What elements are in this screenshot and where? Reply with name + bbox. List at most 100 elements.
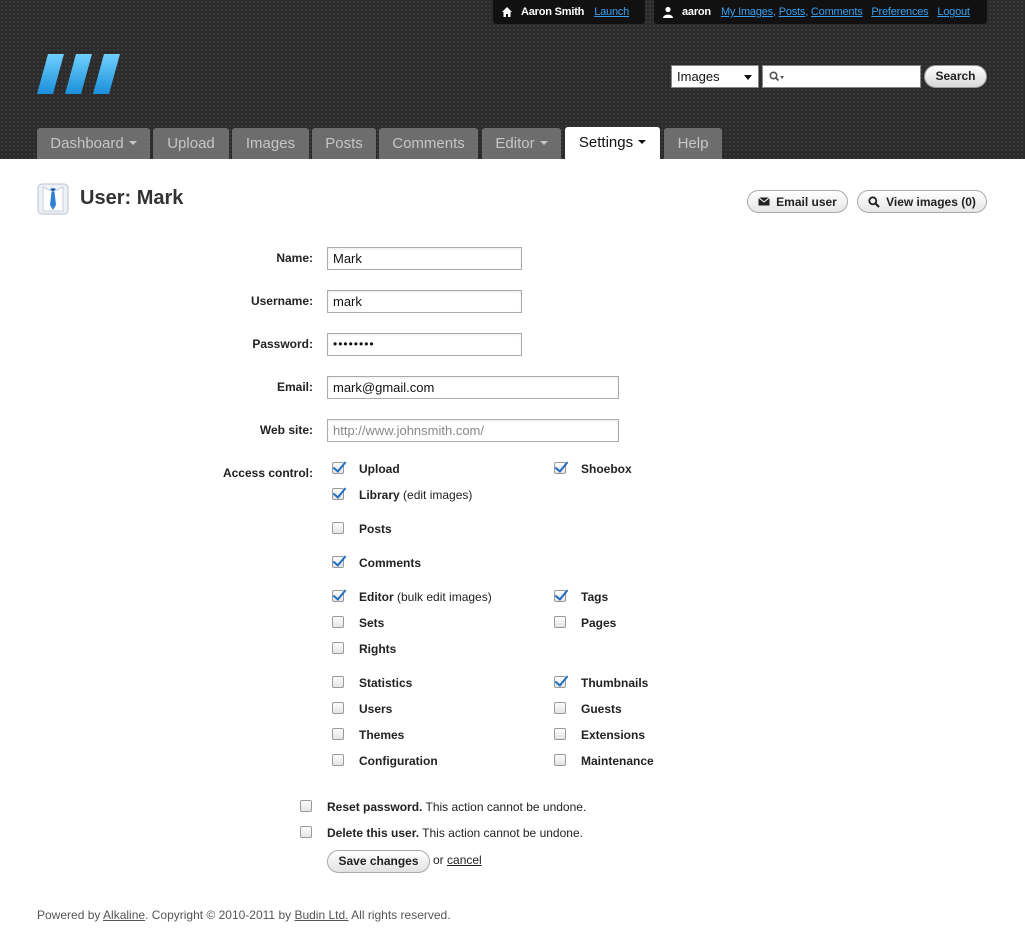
password-field[interactable]: •••••••• <box>327 333 522 356</box>
home-icon <box>502 7 512 17</box>
thumbnails-label: Thumbnails <box>581 676 649 690</box>
email-field[interactable]: mark@gmail.com <box>327 376 619 399</box>
comments-checkbox[interactable] <box>332 556 344 568</box>
chevron-down-icon <box>744 75 752 80</box>
reset-password-checkbox[interactable] <box>300 800 312 812</box>
delete-user-checkbox[interactable] <box>300 826 312 838</box>
tab-label: Comments <box>392 135 465 152</box>
chevron-down-icon <box>539 141 548 145</box>
password-label: Password: <box>252 337 313 351</box>
footer-copyright: . Copyright © 2010-2011 by <box>145 908 295 922</box>
tab-dashboard[interactable]: Dashboard <box>37 128 150 159</box>
name-label: Name: <box>276 251 313 265</box>
logo[interactable] <box>37 54 121 94</box>
pages-checkbox[interactable] <box>554 616 566 628</box>
search-icon <box>868 195 880 208</box>
header: Aaron Smith Launch aaron My Images, Post… <box>0 0 1025 159</box>
user-icon <box>663 6 673 18</box>
view-images-button[interactable]: View images (0) <box>857 190 987 213</box>
website-field[interactable]: http://www.johnsmith.com/ <box>327 419 619 442</box>
email-value: mark@gmail.com <box>333 380 435 395</box>
tab-editor[interactable]: Editor <box>482 128 561 159</box>
alkaline-link[interactable]: Alkaline <box>103 908 145 922</box>
statistics-checkbox[interactable] <box>332 676 344 688</box>
search-input[interactable] <box>762 65 921 88</box>
view-images-label: View images (0) <box>886 194 976 209</box>
tab-help[interactable]: Help <box>664 128 722 159</box>
posts-checkbox[interactable] <box>332 522 344 534</box>
tab-comments[interactable]: Comments <box>379 128 478 159</box>
statistics-label: Statistics <box>359 676 413 690</box>
library-checkbox[interactable] <box>332 488 344 500</box>
rights-label: Rights <box>359 642 397 656</box>
library-label: Library (edit images) <box>359 488 473 502</box>
tab-label: Help <box>677 135 709 152</box>
tab-label: Posts <box>325 135 363 152</box>
reset-password-label: Reset password. This action cannot be un… <box>327 800 587 814</box>
tab-label: Upload <box>167 135 215 152</box>
upload-label: Upload <box>359 462 400 476</box>
launch-link[interactable]: Launch <box>594 6 629 18</box>
guests-checkbox[interactable] <box>554 702 566 714</box>
tab-posts[interactable]: Posts <box>312 128 376 159</box>
comments-label: Comments <box>359 556 422 570</box>
footer-powered: Powered by <box>37 908 104 922</box>
tab-settings[interactable]: Settings <box>565 127 660 159</box>
user-tie-icon <box>37 183 69 215</box>
footer-rights: All rights reserved. <box>348 908 451 922</box>
posts-link[interactable]: Posts <box>779 6 806 18</box>
username: aaron <box>682 6 711 18</box>
username-label: Username: <box>250 294 313 308</box>
tags-checkbox[interactable] <box>554 590 566 602</box>
search-button[interactable]: Search <box>924 65 987 88</box>
shoebox-checkbox[interactable] <box>554 462 566 474</box>
users-checkbox[interactable] <box>332 702 344 714</box>
editor-checkbox[interactable] <box>332 590 344 602</box>
thumbnails-checkbox[interactable] <box>554 676 566 688</box>
extensions-label: Extensions <box>581 728 646 742</box>
comments-link[interactable]: Comments <box>811 6 863 18</box>
configuration-checkbox[interactable] <box>332 754 344 766</box>
configuration-label: Configuration <box>359 754 438 768</box>
maintenance-checkbox[interactable] <box>554 754 566 766</box>
cancel-area: or cancel <box>433 853 482 867</box>
access-control-label: Access control: <box>222 466 313 480</box>
shoebox-label: Shoebox <box>581 462 632 476</box>
password-value: •••••••• <box>333 337 375 351</box>
email-user-button[interactable]: Email user <box>747 190 848 213</box>
chevron-down-icon <box>128 141 137 145</box>
my-images-link[interactable]: My Images <box>721 6 773 18</box>
search-scope-select[interactable]: Images <box>671 65 759 88</box>
tab-label: Editor <box>495 135 535 152</box>
cancel-link[interactable]: cancel <box>447 853 482 867</box>
save-changes-button[interactable]: Save changes <box>327 850 430 873</box>
themes-label: Themes <box>359 728 405 742</box>
website-label: Web site: <box>259 423 313 437</box>
sets-label: Sets <box>359 616 385 630</box>
tab-images[interactable]: Images <box>232 128 309 159</box>
name-field[interactable]: Mark <box>327 247 522 270</box>
tags-label: Tags <box>581 590 609 604</box>
logout-link[interactable]: Logout <box>937 6 970 18</box>
or-text: or <box>433 853 444 867</box>
extensions-checkbox[interactable] <box>554 728 566 740</box>
tab-label: Settings <box>578 134 634 151</box>
footer: Powered by Alkaline. Copyright © 2010-20… <box>37 908 451 922</box>
rights-checkbox[interactable] <box>332 642 344 654</box>
site-name: Aaron Smith <box>521 6 585 18</box>
site-bar: Aaron Smith Launch <box>493 0 645 24</box>
page-title: User: Mark <box>80 187 184 209</box>
preferences-link[interactable]: Preferences <box>871 6 928 18</box>
username-field[interactable]: mark <box>327 290 522 313</box>
website-placeholder: http://www.johnsmith.com/ <box>333 423 484 438</box>
delete-user-label: Delete this user. This action cannot be … <box>327 826 583 840</box>
email-user-label: Email user <box>776 194 837 209</box>
tab-upload[interactable]: Upload <box>153 128 229 159</box>
themes-checkbox[interactable] <box>332 728 344 740</box>
budin-link[interactable]: Budin Ltd. <box>294 908 348 922</box>
sets-checkbox[interactable] <box>332 616 344 628</box>
upload-checkbox[interactable] <box>332 462 344 474</box>
posts-label: Posts <box>359 522 392 536</box>
username-value: mark <box>333 294 362 309</box>
maintenance-label: Maintenance <box>581 754 654 768</box>
